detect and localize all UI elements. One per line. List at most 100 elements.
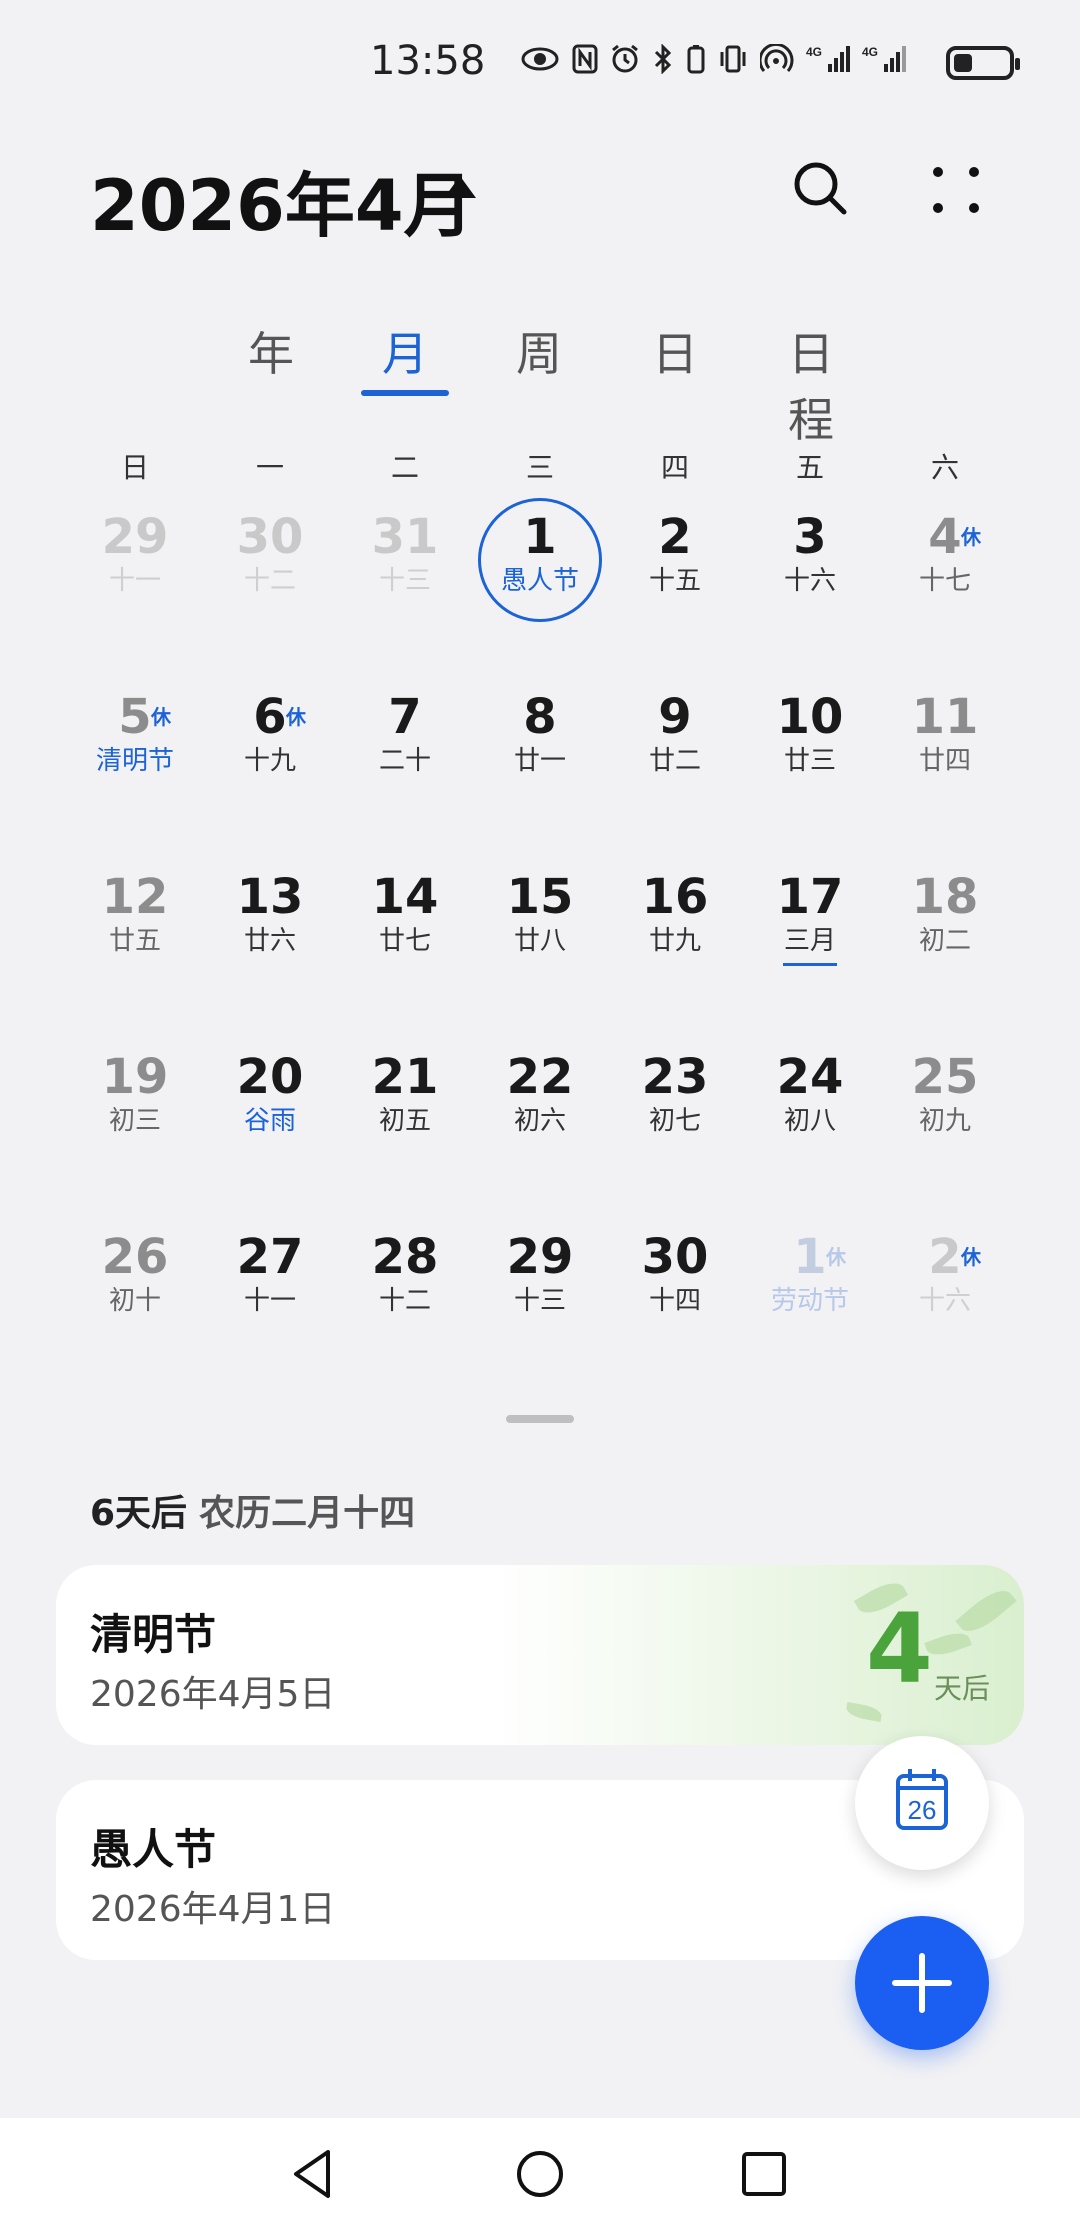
lunar-day: 十三 xyxy=(378,566,431,596)
navigation-bar xyxy=(0,2118,1080,2228)
day-number: 12 xyxy=(101,869,169,925)
lunar-day: 三月 xyxy=(783,926,836,956)
day-cell[interactable]: 24 初八 xyxy=(745,1035,875,1165)
alarm-icon xyxy=(610,44,640,80)
day-cell[interactable]: 11 廿四 xyxy=(880,675,1010,805)
lunar-day: 廿四 xyxy=(918,746,971,776)
day-cell[interactable]: 16 廿九 xyxy=(610,855,740,985)
day-cell[interactable]: 20 谷雨 xyxy=(205,1035,335,1165)
lunar-day: 廿五 xyxy=(108,926,161,956)
tab-month[interactable]: 月 xyxy=(382,318,428,384)
day-cell[interactable]: 7 二十 xyxy=(340,675,470,805)
day-cell[interactable]: 2 十六 休 xyxy=(880,1215,1010,1345)
active-tab-indicator xyxy=(361,390,449,396)
tab-day[interactable]: 日 xyxy=(652,318,698,384)
lunar-day: 十五 xyxy=(648,566,701,596)
upcoming-summary: 6天后 农历二月十四 xyxy=(90,1484,415,1536)
status-time: 13:58 xyxy=(370,38,486,84)
day-cell[interactable]: 12 廿五 xyxy=(70,855,200,985)
search-icon[interactable] xyxy=(790,158,850,218)
view-tabs: 年 月 周 日 日程 xyxy=(0,318,1080,447)
day-number: 22 xyxy=(506,1049,574,1105)
event-card[interactable]: 清明节 2026年4月5日 4 天后 xyxy=(56,1565,1024,1745)
day-number: 10 xyxy=(776,689,844,745)
lunar-day: 初六 xyxy=(513,1106,566,1136)
day-cell[interactable]: 30 十四 xyxy=(610,1215,740,1345)
tab-week[interactable]: 周 xyxy=(516,318,562,384)
day-number: 2 xyxy=(928,1229,962,1285)
weekday-label: 日 xyxy=(120,451,149,484)
lunar-day: 十一 xyxy=(243,1286,296,1316)
lunar-day: 廿一 xyxy=(513,746,566,776)
day-cell[interactable]: 2 十五 xyxy=(610,495,740,625)
day-cell-today[interactable]: 1 愚人节 xyxy=(475,495,605,625)
day-cell[interactable]: 5 清明节 休 xyxy=(70,675,200,805)
lunar-day: 十二 xyxy=(243,566,296,596)
day-cell[interactable]: 27 十一 xyxy=(205,1215,335,1345)
day-number: 24 xyxy=(776,1049,844,1105)
leaf-decoration xyxy=(955,1582,1017,1640)
day-cell[interactable]: 25 初九 xyxy=(880,1035,1010,1165)
day-cell[interactable]: 22 初六 xyxy=(475,1035,605,1165)
day-cell[interactable]: 26 初十 xyxy=(70,1215,200,1345)
month-title[interactable]: 2026年4月 xyxy=(90,150,474,251)
lunar-day: 初九 xyxy=(918,1106,971,1136)
lunar-day: 十九 xyxy=(243,746,296,776)
day-cell[interactable]: 14 廿七 xyxy=(340,855,470,985)
weekday-label: 五 xyxy=(795,451,824,484)
day-cell[interactable]: 1 劳动节 休 xyxy=(745,1215,875,1345)
day-cell[interactable]: 23 初七 xyxy=(610,1035,740,1165)
day-cell[interactable]: 19 初三 xyxy=(70,1035,200,1165)
today-button[interactable]: 26 xyxy=(855,1736,989,1870)
month-grid: 29 十一 30 十二 31 十三 1 愚人节 2 十五 3 十六 4 十七休 5 清明节休 6 十九休 7 二十 8 廿… xyxy=(0,495,1080,1355)
day-number: 7 xyxy=(388,689,422,745)
lunar-day: 廿八 xyxy=(513,926,566,956)
battery-saver-icon xyxy=(686,44,706,80)
day-number: 27 xyxy=(236,1229,304,1285)
day-cell[interactable]: 8 廿一 xyxy=(475,675,605,805)
lunar-day: 初三 xyxy=(108,1106,161,1136)
day-cell[interactable]: 29 十三 xyxy=(475,1215,605,1345)
day-cell[interactable]: 21 初五 xyxy=(340,1035,470,1165)
holiday-rest-badge: 休 xyxy=(961,1245,981,1269)
nfc-icon xyxy=(572,44,598,80)
lunar-day: 十六 xyxy=(783,566,836,596)
tab-schedule[interactable]: 日程 xyxy=(766,318,856,450)
day-cell[interactable]: 30 十二 xyxy=(205,495,335,625)
lunar-day: 廿二 xyxy=(648,746,701,776)
tab-year[interactable]: 年 xyxy=(248,318,294,384)
signal-label: 4G xyxy=(806,45,822,59)
event-date: 2026年4月5日 xyxy=(90,1674,336,1715)
add-event-button[interactable] xyxy=(855,1916,989,2050)
day-cell[interactable]: 28 十二 xyxy=(340,1215,470,1345)
day-number: 5 xyxy=(118,689,152,745)
day-cell[interactable]: 31 十三 xyxy=(340,495,470,625)
day-cell[interactable]: 4 十七 休 xyxy=(880,495,1010,625)
lunar-day: 初七 xyxy=(648,1106,701,1136)
day-cell[interactable]: 17 三月 xyxy=(745,855,875,985)
recents-icon[interactable] xyxy=(732,2142,796,2206)
caret-up-icon[interactable] xyxy=(444,176,476,198)
lunar-day: 廿三 xyxy=(783,746,836,776)
day-cell[interactable]: 3 十六 xyxy=(745,495,875,625)
back-icon[interactable] xyxy=(282,2142,346,2206)
day-cell[interactable]: 15 廿八 xyxy=(475,855,605,985)
day-number: 15 xyxy=(506,869,574,925)
vibrate-icon xyxy=(718,44,748,80)
more-icon[interactable] xyxy=(926,162,986,222)
drag-handle[interactable] xyxy=(506,1415,574,1423)
day-cell[interactable]: 29 十一 xyxy=(70,495,200,625)
day-cell[interactable]: 13 廿六 xyxy=(205,855,335,985)
day-cell[interactable]: 10 廿三 xyxy=(745,675,875,805)
day-cell[interactable]: 9 廿二 xyxy=(610,675,740,805)
day-number: 25 xyxy=(911,1049,979,1105)
day-cell[interactable]: 18 初二 xyxy=(880,855,1010,985)
lunar-day: 十六 xyxy=(918,1286,971,1316)
day-cell[interactable]: 6 十九 休 xyxy=(205,675,335,805)
day-number: 19 xyxy=(101,1049,169,1105)
event-title: 清明节 xyxy=(90,1610,217,1659)
weekday-label: 二 xyxy=(390,451,419,484)
status-bar: 13:58 4G 4G xyxy=(0,0,1080,126)
lunar-day: 初十 xyxy=(108,1286,161,1316)
home-icon[interactable] xyxy=(508,2142,572,2206)
